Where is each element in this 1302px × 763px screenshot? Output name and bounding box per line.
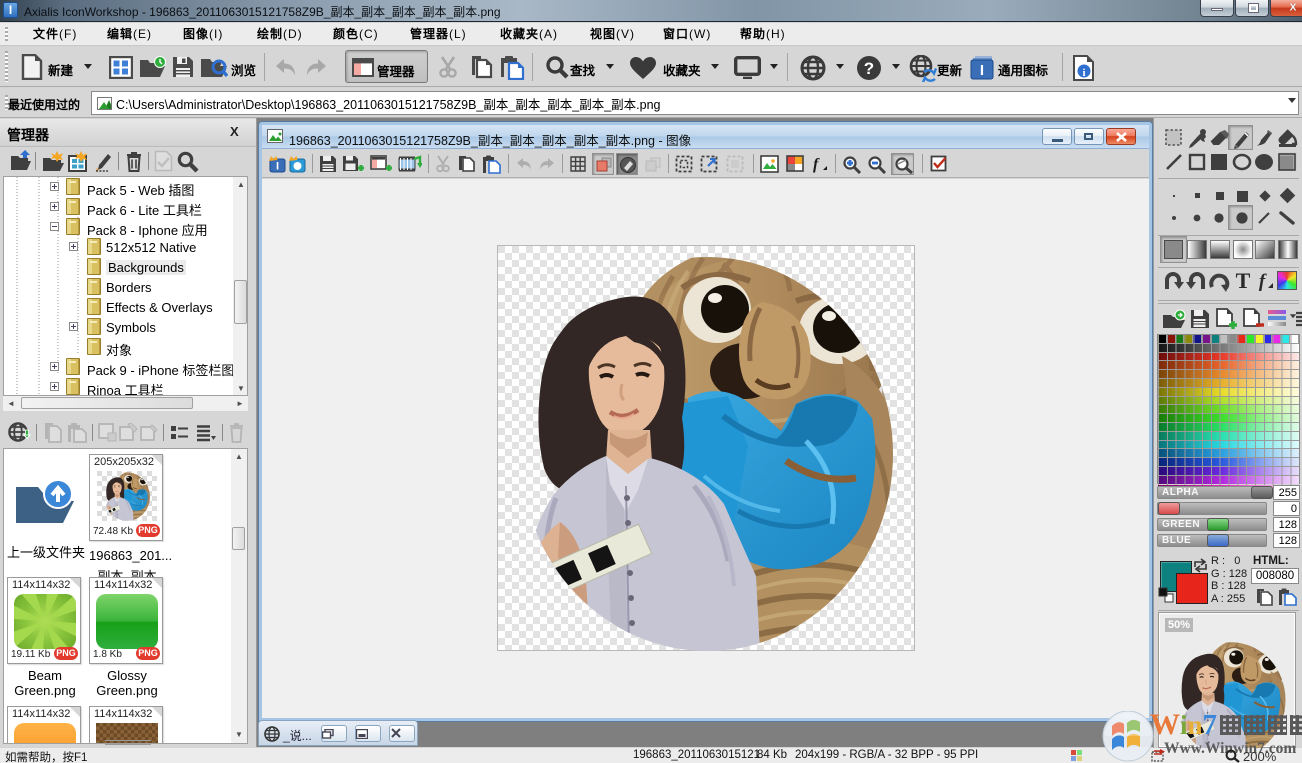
svg-text:I: I xyxy=(276,161,279,173)
svg-text:f: f xyxy=(1259,271,1267,292)
svg-text:I: I xyxy=(980,62,984,79)
svg-text:f: f xyxy=(813,156,820,173)
svg-text:i: i xyxy=(1082,67,1085,79)
svg-text:?: ? xyxy=(864,59,874,78)
svg-text:T: T xyxy=(1236,270,1251,292)
